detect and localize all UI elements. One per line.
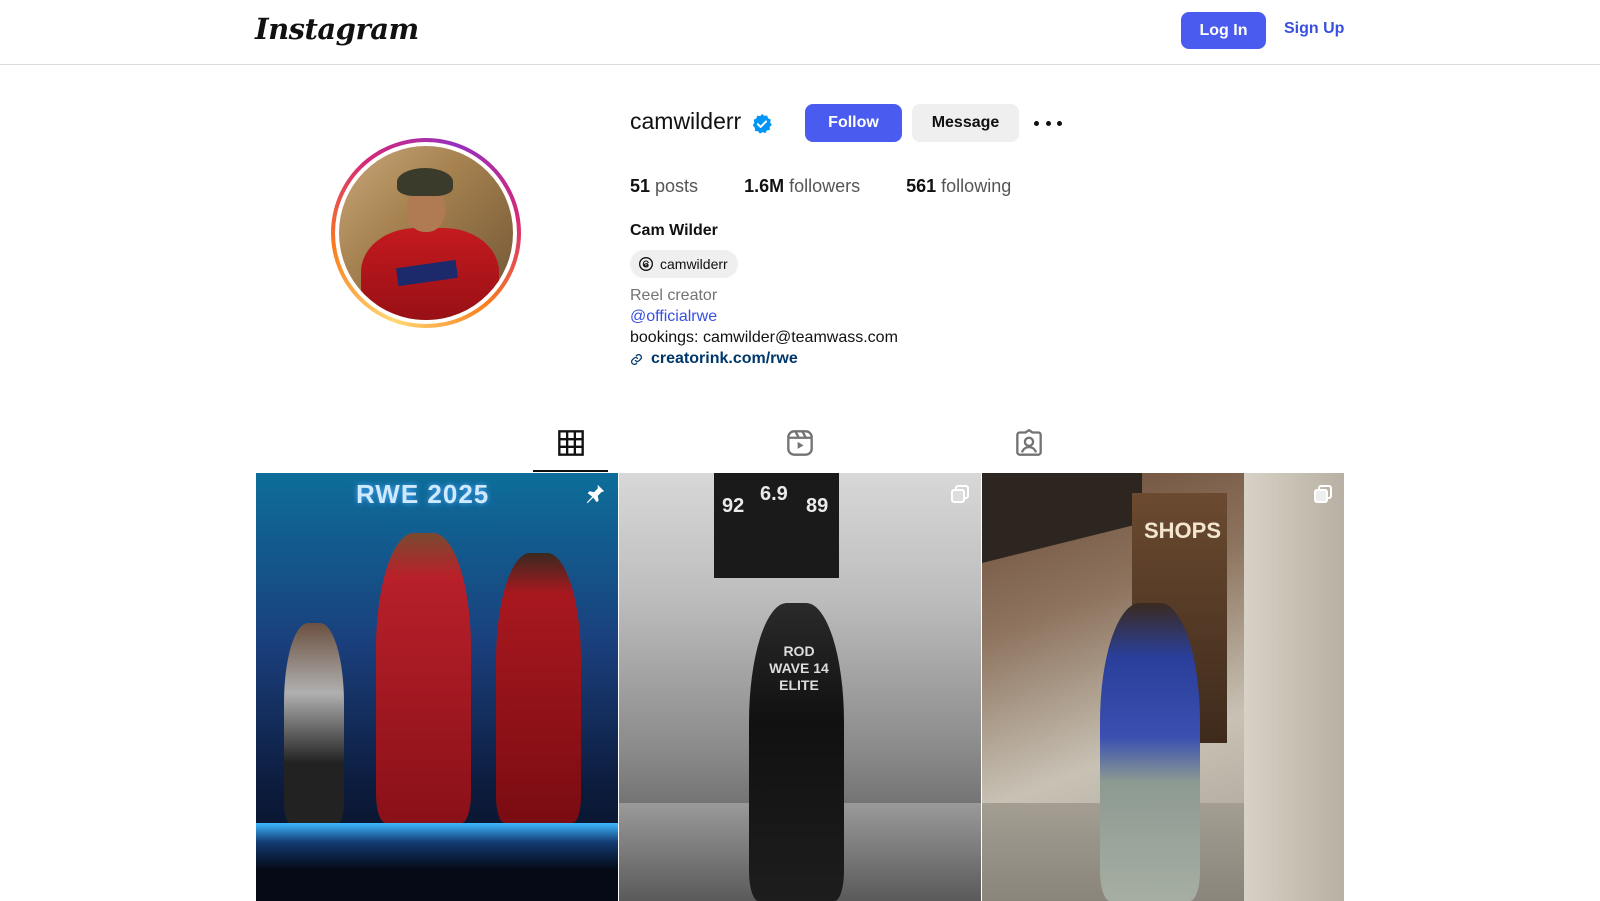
top-navigation-bar: Instagram Log In Sign Up — [0, 0, 1600, 65]
link-icon — [631, 353, 642, 365]
multi-image-icon — [951, 485, 969, 503]
followers-count: 1.6M — [744, 176, 785, 196]
dot — [1057, 120, 1062, 126]
post-thumbnail[interactable]: 92 6.9 89 ROD WAVE 14 ELITE — [619, 473, 981, 901]
post-jersey-text: ROD WAVE 14 ELITE — [769, 643, 829, 693]
profile-avatar-story-ring[interactable] — [331, 138, 521, 328]
threads-handle: camwilderr — [660, 256, 728, 272]
avatar-border — [335, 142, 517, 324]
instagram-logo[interactable]: Instagram — [255, 12, 419, 46]
posts-count: 51 — [630, 176, 651, 196]
profile-stats: 51 posts 1.6M followers 561 following — [630, 176, 1057, 197]
post-figure — [284, 623, 344, 823]
follow-button[interactable]: Follow — [805, 104, 902, 142]
post-figure — [1100, 603, 1200, 901]
post-figure — [496, 553, 581, 823]
verified-badge-icon — [752, 113, 772, 134]
avatar — [339, 146, 513, 320]
threads-badge[interactable]: camwilderr — [630, 250, 738, 278]
grid-icon[interactable] — [557, 429, 585, 457]
dot — [1034, 120, 1039, 126]
signup-link[interactable]: Sign Up — [1284, 20, 1344, 38]
followers-stat[interactable]: 1.6M followers — [744, 176, 860, 197]
following-label: following — [936, 176, 1012, 196]
multi-image-icon — [1314, 485, 1332, 503]
post-awning — [982, 473, 1142, 563]
post-graphic-title: RWE 2025 — [356, 479, 490, 509]
posts-label: posts — [650, 176, 699, 196]
bio-mention-link[interactable]: @officialrwe — [630, 308, 717, 326]
score-text: 89 — [806, 495, 829, 517]
threads-icon — [639, 257, 653, 271]
reels-icon[interactable] — [786, 429, 814, 457]
following-count: 561 — [906, 176, 937, 196]
profile-full-name: Cam Wilder — [630, 222, 718, 239]
more-options-icon[interactable] — [1034, 112, 1062, 134]
bio-external-link[interactable]: creatorink.com/rwe — [630, 350, 798, 368]
bio-link-text: creatorink.com/rwe — [651, 350, 798, 367]
profile-category: Reel creator — [630, 287, 718, 304]
dot — [1045, 120, 1051, 126]
profile-username: camwilderr — [630, 108, 742, 134]
pin-icon — [586, 484, 605, 504]
post-figure — [376, 533, 471, 823]
bio-text: bookings: camwilder@teamwass.com — [630, 329, 898, 346]
post-stage-crowd — [256, 823, 618, 901]
message-button[interactable]: Message — [912, 104, 1019, 142]
active-tab-indicator — [533, 470, 608, 472]
followers-label: followers — [784, 176, 861, 196]
score-text: 6.9 — [760, 483, 788, 505]
post-sign-text: SHOPS — [1144, 518, 1222, 543]
post-scoreboard: 92 6.9 89 — [714, 473, 839, 578]
post-wall — [1244, 473, 1344, 901]
score-text: 92 — [722, 495, 745, 517]
posts-stat: 51 posts — [630, 176, 698, 197]
post-thumbnail[interactable]: SHOPS — [982, 473, 1344, 901]
avatar-cap — [397, 168, 453, 196]
tagged-icon[interactable] — [1015, 429, 1043, 457]
login-button[interactable]: Log In — [1181, 12, 1266, 49]
post-thumbnail[interactable]: RWE 2025 — [256, 473, 618, 901]
following-stat[interactable]: 561 following — [906, 176, 1011, 197]
